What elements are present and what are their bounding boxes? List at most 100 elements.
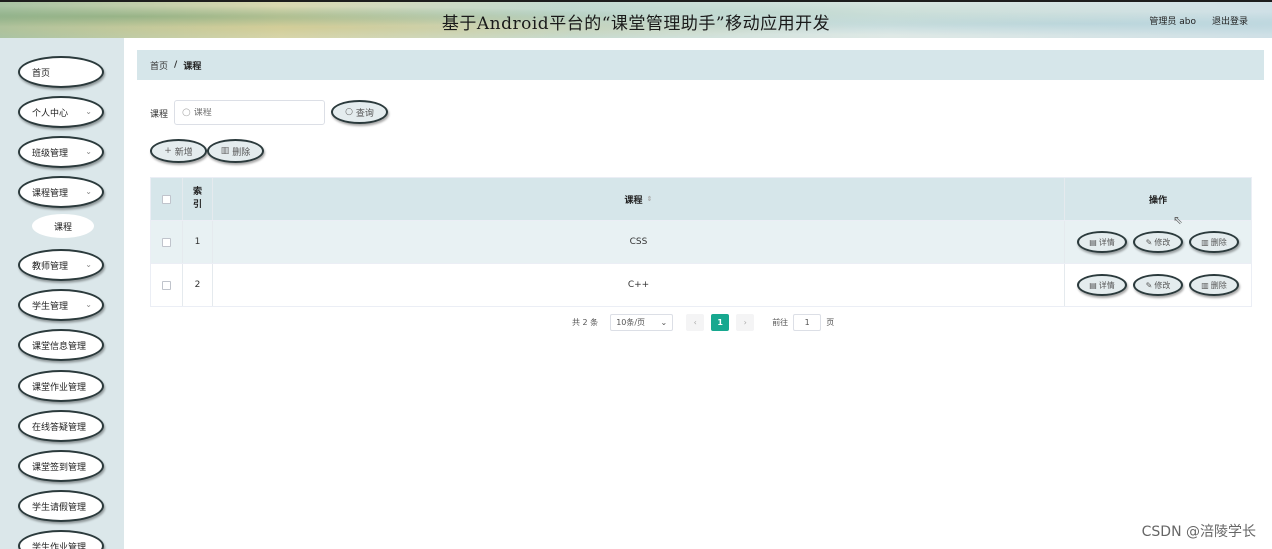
sidebar-item-class-management[interactable]: 班级管理 ⌄ bbox=[18, 136, 104, 168]
sidebar-item-online-qa-management[interactable]: 在线答疑管理 bbox=[18, 410, 104, 442]
edit-button[interactable]: ✎ 修改 bbox=[1133, 231, 1183, 253]
row-course: C++ bbox=[213, 264, 1065, 306]
course-header-label: 课程 bbox=[624, 195, 643, 206]
sidebar-item-course-management[interactable]: 课程管理 ⌄ bbox=[18, 176, 104, 208]
chevron-down-icon: ⌄ bbox=[85, 300, 92, 309]
delete-button-label: 删除 bbox=[1210, 237, 1227, 247]
goto-suffix: 页 bbox=[826, 317, 835, 327]
trash-icon: ▥ bbox=[1201, 280, 1209, 290]
trash-icon: ▥ bbox=[220, 146, 230, 156]
sidebar-item-leave-management[interactable]: 学生请假管理 bbox=[18, 490, 104, 522]
sidebar-item-label: 学生作业管理 bbox=[32, 542, 87, 549]
row-checkbox[interactable] bbox=[162, 280, 171, 290]
sidebar-item-class-info-management[interactable]: 课堂信息管理 bbox=[18, 329, 104, 361]
detail-button-label: 详情 bbox=[1098, 280, 1115, 290]
page-size-value: 10条/页 bbox=[616, 317, 646, 327]
sidebar-item-checkin-management[interactable]: 课堂签到管理 bbox=[18, 450, 104, 482]
breadcrumb-separator: / bbox=[174, 60, 178, 70]
row-index: 1 bbox=[183, 221, 213, 263]
delete-button-label: 删除 bbox=[1210, 280, 1227, 290]
chevron-down-icon: ⌄ bbox=[85, 260, 92, 269]
breadcrumb-home[interactable]: 首页 bbox=[150, 59, 168, 72]
chevron-down-icon: ⌄ bbox=[85, 187, 92, 196]
sidebar-item-student-homework-management[interactable]: 学生作业管理 bbox=[18, 530, 104, 549]
chevron-down-icon: ⌄ bbox=[85, 147, 92, 156]
breadcrumb-current: 课程 bbox=[183, 61, 202, 72]
sidebar-item-label: 个人中心 bbox=[32, 108, 69, 119]
row-index: 2 bbox=[183, 264, 213, 306]
add-button-label: 新增 bbox=[174, 147, 193, 158]
search-label: 课程 bbox=[150, 110, 169, 120]
logout-link[interactable]: 退出登录 bbox=[1212, 14, 1248, 27]
sidebar-item-label: 班级管理 bbox=[32, 148, 69, 159]
search-input-wrapper[interactable]: ○ bbox=[174, 100, 325, 125]
pencil-icon: ✎ bbox=[1145, 237, 1153, 247]
select-all-checkbox[interactable] bbox=[162, 194, 171, 204]
delete-button[interactable]: ▥ 删除 bbox=[1189, 274, 1239, 296]
detail-button[interactable]: ▤ 详情 bbox=[1077, 231, 1127, 253]
index-header-label: 索引 bbox=[192, 187, 202, 210]
sidebar: 首页 个人中心 ⌄ 班级管理 ⌄ 课程管理 ⌄ 课程 教师管理 ⌄ 学生管理 ⌄… bbox=[0, 38, 124, 549]
header-banner: 基于Android平台的“课堂管理助手”移动应用开发 管理员 abo 退出登录 bbox=[0, 0, 1272, 38]
prev-page-button[interactable]: ‹ bbox=[686, 313, 705, 331]
goto-page-input[interactable]: 1 bbox=[793, 313, 822, 331]
detail-button-label: 详情 bbox=[1098, 237, 1115, 247]
page-size-select[interactable]: 10条/页 ⌄ bbox=[610, 313, 674, 331]
sidebar-item-label: 教师管理 bbox=[32, 261, 69, 272]
sidebar-item-homework-management[interactable]: 课堂作业管理 bbox=[18, 370, 104, 402]
document-icon: ▤ bbox=[1089, 237, 1097, 247]
row-checkbox[interactable] bbox=[162, 237, 171, 247]
table-row: 2 C++ ▤ 详情 ✎ 修改 ▥ 删除 bbox=[151, 263, 1251, 306]
sidebar-item-label: 学生管理 bbox=[32, 301, 69, 312]
sidebar-item-label: 首页 bbox=[32, 68, 51, 79]
edit-button-label: 修改 bbox=[1154, 237, 1171, 247]
header-select-all[interactable] bbox=[151, 178, 183, 220]
detail-button[interactable]: ▤ 详情 bbox=[1077, 274, 1127, 296]
sidebar-item-label: 课堂信息管理 bbox=[32, 341, 87, 352]
breadcrumb: 首页 / 课程 bbox=[137, 50, 1264, 80]
goto-label: 前往 bbox=[772, 317, 789, 327]
mouse-cursor-icon: ⇖ bbox=[1173, 213, 1184, 227]
next-page-button[interactable]: › bbox=[736, 313, 755, 331]
edit-button[interactable]: ✎ 修改 bbox=[1133, 274, 1183, 296]
edit-button-label: 修改 bbox=[1154, 280, 1171, 290]
page-number-current[interactable]: 1 bbox=[711, 313, 730, 331]
admin-username: 管理员 abo bbox=[1149, 17, 1196, 27]
table-header: 索引 课程 ⇕ 操作 bbox=[151, 178, 1251, 220]
sort-icon[interactable]: ⇕ bbox=[647, 195, 653, 203]
trash-icon: ▥ bbox=[1201, 237, 1209, 247]
pencil-icon: ✎ bbox=[1145, 280, 1153, 290]
header-operations: 操作 bbox=[1065, 178, 1251, 220]
sidebar-item-label: 课堂签到管理 bbox=[32, 462, 87, 473]
sidebar-item-student-management[interactable]: 学生管理 ⌄ bbox=[18, 289, 104, 321]
sidebar-item-label: 在线答疑管理 bbox=[32, 422, 87, 433]
row-operations: ▤ 详情 ✎ 修改 ▥ 删除 bbox=[1065, 221, 1251, 263]
header-course[interactable]: 课程 ⇕ bbox=[213, 178, 1065, 220]
sidebar-item-label: 课程管理 bbox=[32, 188, 69, 199]
chevron-left-icon: ‹ bbox=[693, 317, 697, 327]
chevron-down-icon: ⌄ bbox=[85, 107, 92, 116]
add-button[interactable]: + 新增 bbox=[150, 139, 207, 163]
row-select-cell bbox=[151, 221, 183, 263]
sidebar-item-home[interactable]: 首页 bbox=[18, 56, 104, 88]
sidebar-subitem-course[interactable]: 课程 bbox=[32, 214, 94, 238]
search-button[interactable]: ○ 查询 bbox=[331, 100, 388, 124]
delete-button-label: 删除 bbox=[232, 147, 251, 158]
sidebar-subitem-label: 课程 bbox=[53, 222, 72, 233]
sidebar-item-teacher-management[interactable]: 教师管理 ⌄ bbox=[18, 249, 104, 281]
search-button-label: 查询 bbox=[355, 108, 374, 119]
search-icon: ○ bbox=[182, 107, 191, 118]
table-row: 1 CSS ▤ 详情 ✎ 修改 ▥ 删除 bbox=[151, 220, 1251, 263]
delete-button[interactable]: ▥ 删除 bbox=[1189, 231, 1239, 253]
operations-header-label: 操作 bbox=[1148, 195, 1167, 206]
search-input[interactable] bbox=[193, 107, 314, 118]
plus-icon: + bbox=[164, 146, 172, 156]
course-table: 索引 课程 ⇕ 操作 1 CSS ▤ 详情 ✎ 修改 ▥ 删除 2 C++ ▤ … bbox=[150, 177, 1252, 307]
sidebar-item-label: 学生请假管理 bbox=[32, 502, 87, 513]
pagination: 共 2 条 10条/页 ⌄ ‹ 1 › 前往 1 页 bbox=[572, 313, 834, 331]
batch-delete-button[interactable]: ▥ 删除 bbox=[207, 139, 264, 163]
sidebar-item-label: 课堂作业管理 bbox=[32, 382, 87, 393]
header-user-area: 管理员 abo 退出登录 bbox=[1149, 14, 1248, 27]
sidebar-item-personal-center[interactable]: 个人中心 ⌄ bbox=[18, 96, 104, 128]
search-icon: ○ bbox=[345, 107, 353, 117]
